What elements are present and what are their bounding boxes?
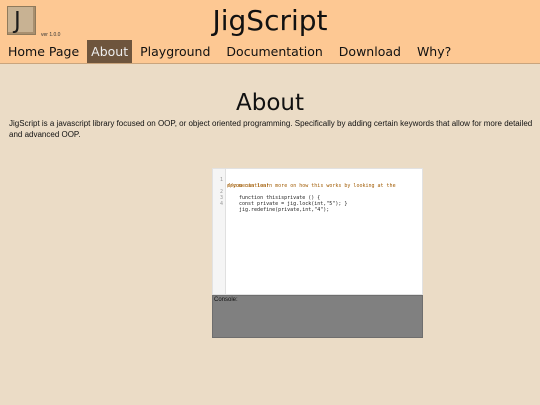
page-title: About: [235, 90, 304, 116]
nav-playground[interactable]: Playground: [132, 40, 218, 63]
code-comment-continued: documentation!: [227, 183, 270, 189]
console-panel[interactable]: Console:: [212, 295, 423, 338]
nav-download[interactable]: Download: [331, 40, 409, 63]
site-title: JigScript: [212, 4, 328, 37]
line-number: 4: [219, 201, 223, 207]
nav-documentation[interactable]: Documentation: [218, 40, 330, 63]
nav-why[interactable]: Why?: [409, 40, 459, 63]
site-header: J ver 1.0.0 JigScript Home Page About Pl…: [0, 0, 540, 64]
intro-paragraph: JigScript is a javascript library focuse…: [9, 119, 533, 139]
code-editor[interactable]: 1 //you can learn more on how this works…: [212, 168, 423, 295]
nav-home[interactable]: Home Page: [0, 40, 87, 63]
console-label: Console:: [214, 297, 238, 303]
code-line: 4 jig.redefine(private,int,"4");: [213, 195, 329, 219]
code-text: jig.redefine(private,int,"4");: [239, 207, 330, 213]
nav-about[interactable]: About: [87, 40, 133, 63]
main-nav: Home Page About Playground Documentation…: [0, 40, 459, 63]
